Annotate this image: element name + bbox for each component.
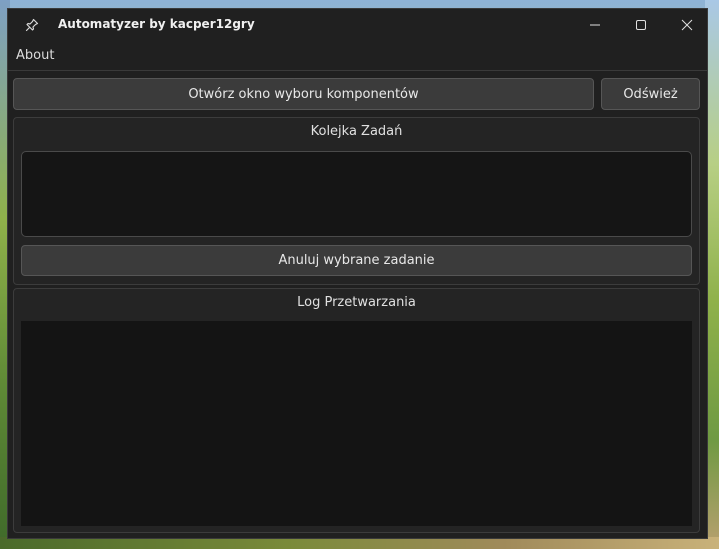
processing-log-panel: Log Przetwarzania [13, 288, 700, 533]
task-queue-list[interactable] [21, 151, 692, 237]
cancel-selected-task-button[interactable]: Anuluj wybrane zadanie [21, 245, 692, 276]
refresh-button[interactable]: Odśwież [601, 78, 700, 110]
task-queue-panel: Kolejka Zadań Anuluj wybrane zadanie [13, 117, 700, 285]
close-icon [681, 16, 693, 35]
app-window: Automatyzer by kacper12gry About Otwórz … [7, 8, 708, 539]
maximize-icon [635, 16, 647, 35]
menu-bar: About [8, 41, 707, 71]
minimize-icon [589, 16, 601, 35]
processing-log-textarea[interactable] [21, 321, 692, 526]
processing-log-title: Log Przetwarzania [297, 295, 416, 310]
menu-item-about[interactable]: About [16, 48, 54, 63]
window-title: Automatyzer by kacper12gry [58, 17, 255, 31]
maximize-button[interactable] [618, 9, 664, 41]
title-bar[interactable]: Automatyzer by kacper12gry [8, 9, 707, 41]
task-queue-title: Kolejka Zadań [310, 124, 403, 139]
close-button[interactable] [664, 9, 707, 41]
open-component-selector-button[interactable]: Otwórz okno wyboru komponentów [13, 78, 594, 110]
pin-icon[interactable] [24, 17, 40, 33]
minimize-button[interactable] [572, 9, 618, 41]
